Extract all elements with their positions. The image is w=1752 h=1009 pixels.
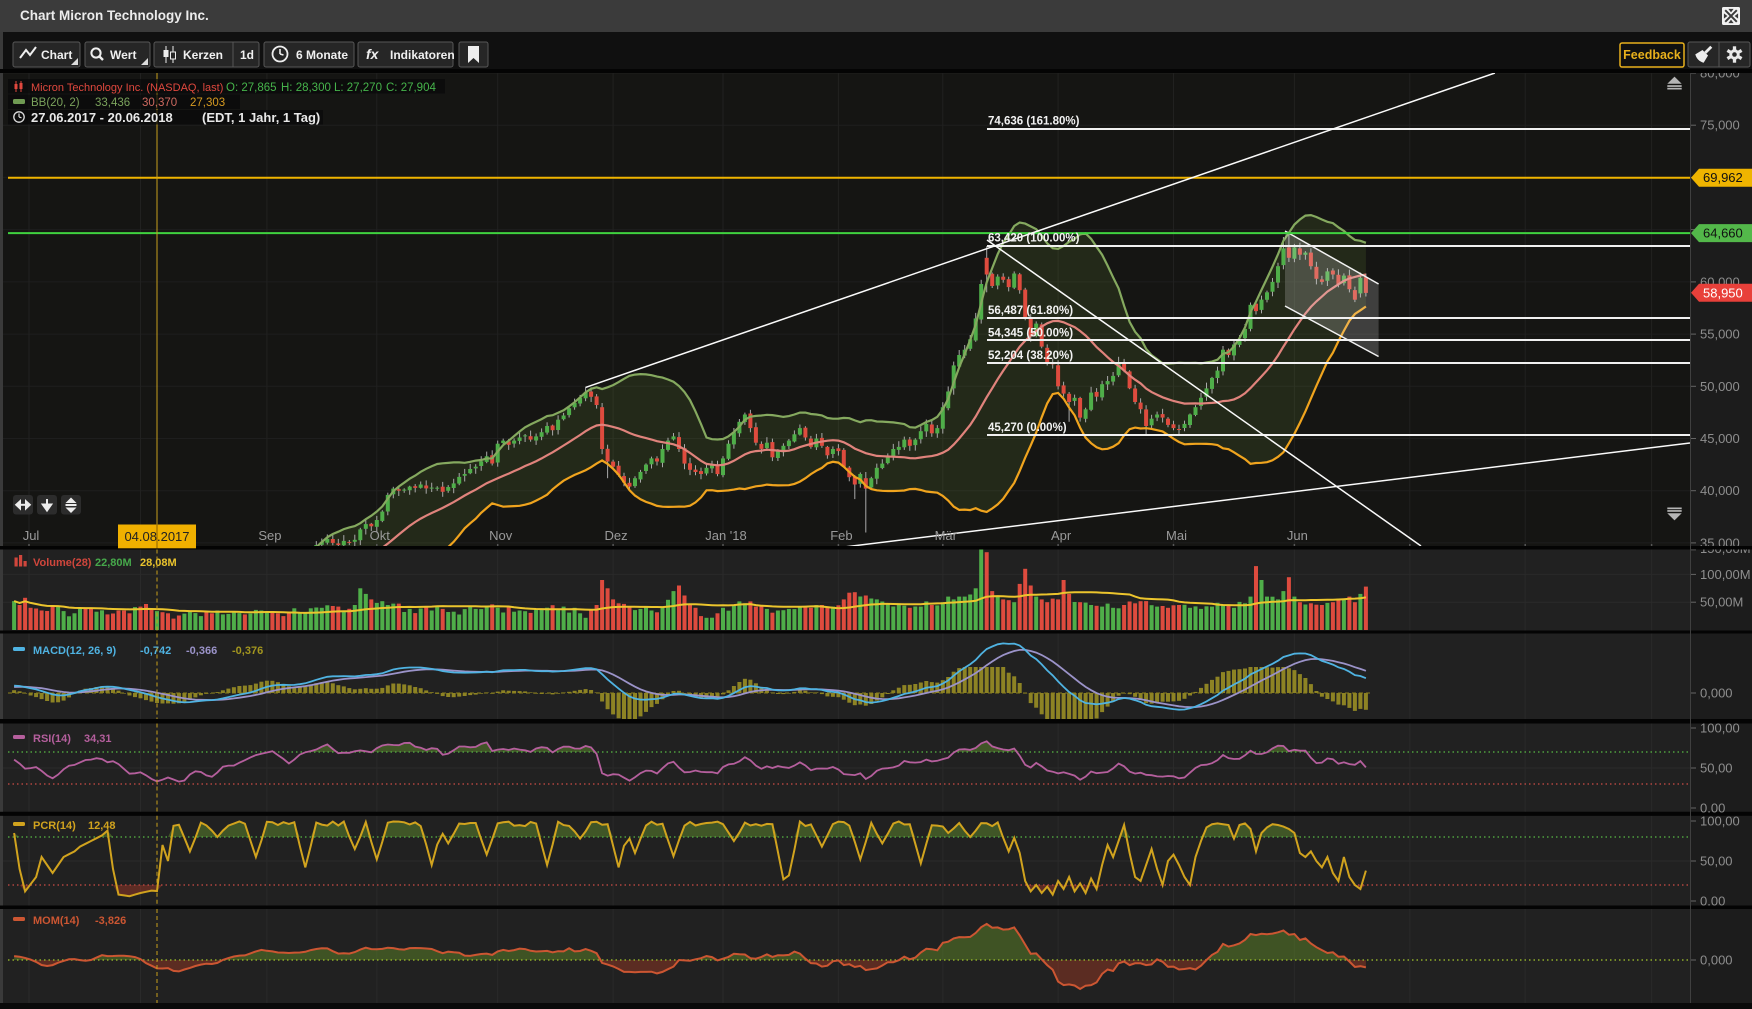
svg-text:12,48: 12,48	[88, 820, 116, 832]
svg-text:33,436: 33,436	[95, 97, 130, 109]
svg-text:50,000: 50,000	[1700, 379, 1740, 394]
svg-text:80,000: 80,000	[1700, 73, 1740, 81]
svg-text:63,420 (100.00%): 63,420 (100.00%)	[988, 233, 1080, 245]
svg-text:Indikatoren: Indikatoren	[390, 48, 455, 62]
svg-text:Kerzen: Kerzen	[183, 48, 223, 62]
svg-text:Jan '18: Jan '18	[705, 528, 747, 543]
svg-text:Mär: Mär	[935, 528, 958, 543]
svg-text:100,00M: 100,00M	[1700, 567, 1751, 582]
svg-text:Mai: Mai	[1166, 528, 1187, 543]
svg-text:Chart: Chart	[41, 48, 72, 62]
svg-text:MOM(14): MOM(14)	[33, 915, 80, 927]
svg-text:Okt: Okt	[370, 528, 391, 543]
svg-text:50,00M: 50,00M	[1700, 595, 1743, 610]
svg-text:-0,376: -0,376	[232, 645, 263, 657]
svg-text:PCR(14): PCR(14)	[33, 820, 76, 832]
svg-text:0,000: 0,000	[1700, 686, 1733, 701]
svg-text:56,487 (61.80%): 56,487 (61.80%)	[988, 305, 1073, 317]
svg-text:04.08.2017: 04.08.2017	[124, 529, 189, 544]
svg-text:MACD(12, 26, 9): MACD(12, 26, 9)	[33, 645, 116, 657]
svg-text:45,000: 45,000	[1700, 431, 1740, 446]
svg-text:-0,742: -0,742	[140, 645, 171, 657]
svg-text:50,00: 50,00	[1700, 854, 1733, 869]
svg-text:BB(20, 2): BB(20, 2)	[31, 97, 80, 109]
svg-text:40,000: 40,000	[1700, 483, 1740, 498]
svg-text:45,270 (0.00%): 45,270 (0.00%)	[988, 422, 1067, 434]
svg-text:34,31: 34,31	[84, 733, 112, 745]
svg-text:Sep: Sep	[258, 528, 281, 543]
svg-text:L: 27,270: L: 27,270	[334, 82, 382, 94]
svg-text:22,80M: 22,80M	[95, 557, 132, 569]
svg-text:Nov: Nov	[489, 528, 513, 543]
svg-text:Apr: Apr	[1051, 528, 1072, 543]
svg-text:58,950: 58,950	[1703, 285, 1743, 300]
svg-text:-3,826: -3,826	[95, 915, 126, 927]
svg-text:Volume(28): Volume(28)	[33, 557, 92, 569]
svg-text:Jun: Jun	[1287, 528, 1308, 543]
svg-text:27.06.2017 - 20.06.2018: 27.06.2017 - 20.06.2018	[31, 110, 173, 125]
svg-text:30,370: 30,370	[142, 97, 177, 109]
svg-text:28,08M: 28,08M	[140, 557, 177, 569]
svg-text:C: 27,904: C: 27,904	[386, 82, 436, 94]
svg-text:75,000: 75,000	[1700, 118, 1740, 133]
svg-text:69,962: 69,962	[1703, 170, 1743, 185]
svg-text:-0,366: -0,366	[186, 645, 217, 657]
svg-text:Feb: Feb	[830, 528, 852, 543]
svg-text:100,00: 100,00	[1700, 721, 1740, 736]
svg-text:55,000: 55,000	[1700, 327, 1740, 342]
svg-text:Feedback: Feedback	[1623, 48, 1681, 62]
svg-text:Wert: Wert	[110, 48, 136, 62]
svg-text:0,000: 0,000	[1700, 953, 1733, 968]
svg-text:54,345 (50.00%): 54,345 (50.00%)	[988, 327, 1073, 339]
svg-text:100,00: 100,00	[1700, 814, 1740, 829]
svg-text:1d: 1d	[240, 48, 254, 62]
svg-text:H: 28,300: H: 28,300	[281, 82, 331, 94]
svg-text:0.00: 0.00	[1700, 894, 1725, 909]
svg-text:52,204 (38.20%): 52,204 (38.20%)	[988, 350, 1073, 362]
svg-text:RSI(14): RSI(14)	[33, 733, 71, 745]
svg-text:6 Monate: 6 Monate	[296, 48, 348, 62]
svg-text:O: 27,865: O: 27,865	[226, 82, 277, 94]
svg-text:64,660: 64,660	[1703, 226, 1743, 241]
svg-text:Micron Technology Inc. (NASDAQ: Micron Technology Inc. (NASDAQ, last)	[31, 82, 223, 94]
svg-text:74,636 (161.80%): 74,636 (161.80%)	[988, 116, 1080, 128]
svg-text:fx: fx	[366, 46, 380, 62]
svg-text:(EDT, 1 Jahr, 1 Tag): (EDT, 1 Jahr, 1 Tag)	[202, 110, 320, 125]
svg-text:27,303: 27,303	[190, 97, 225, 109]
svg-text:Dez: Dez	[605, 528, 628, 543]
svg-text:50,00: 50,00	[1700, 761, 1733, 776]
svg-text:Jul: Jul	[23, 528, 40, 543]
